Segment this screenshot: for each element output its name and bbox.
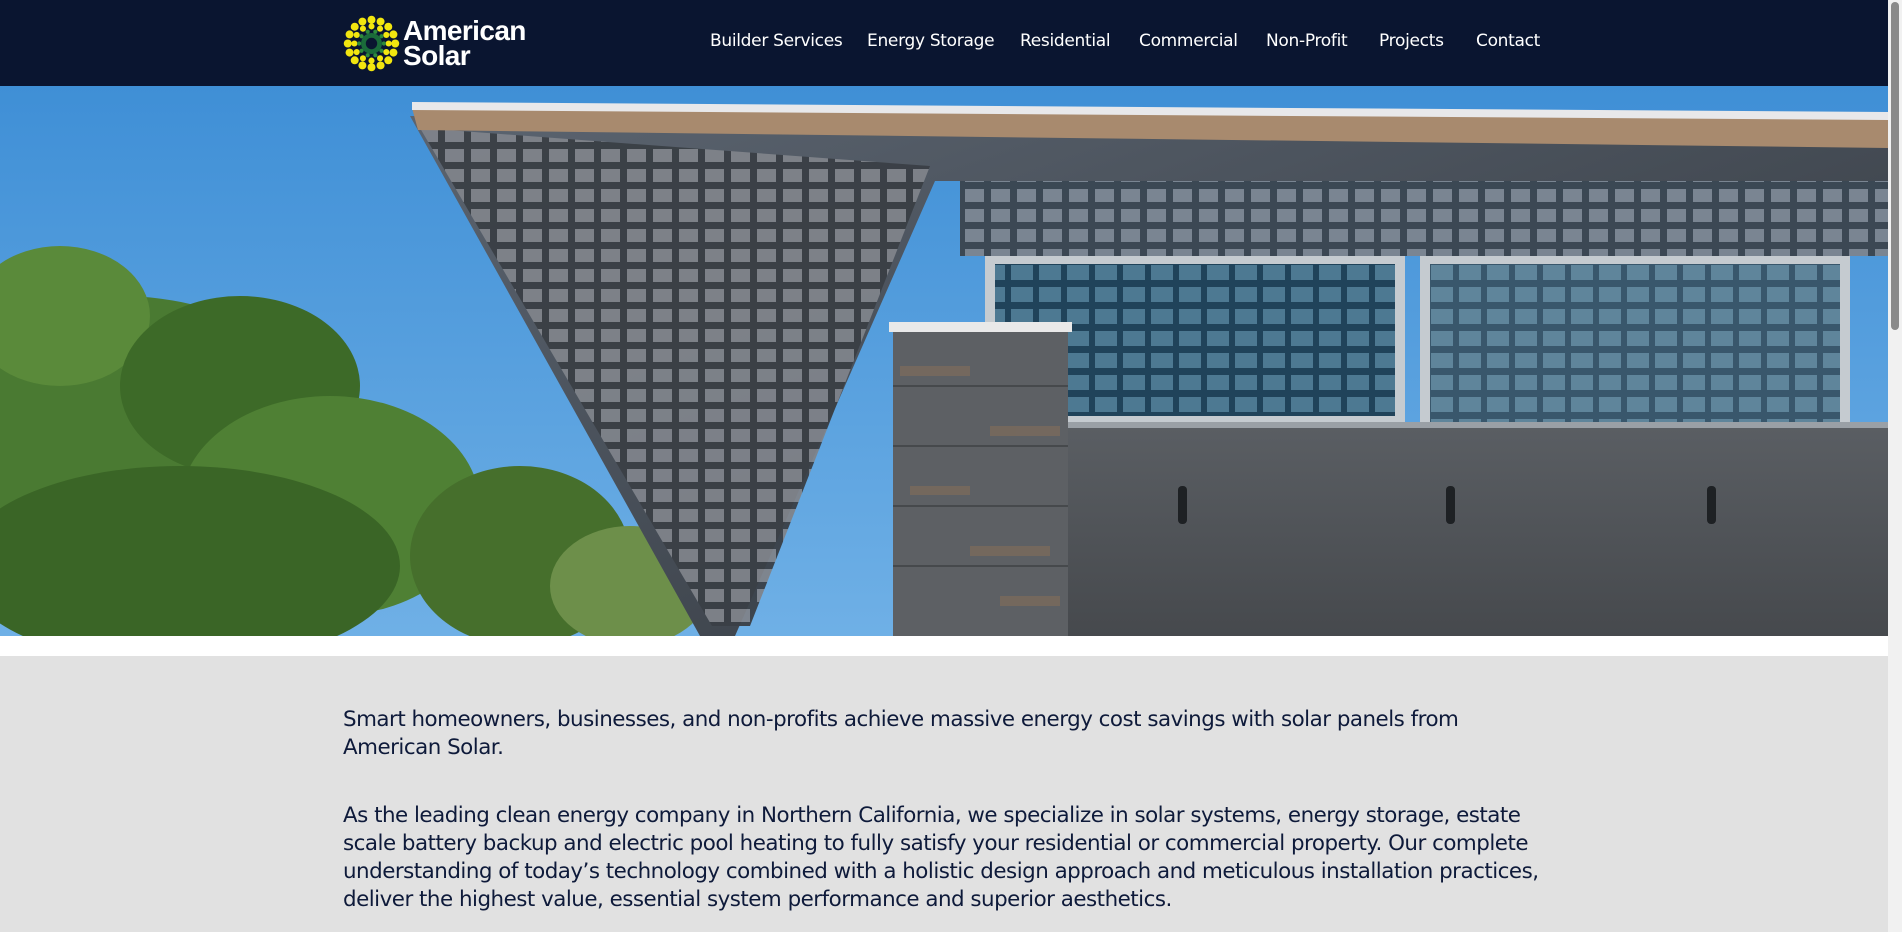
divider-band	[0, 636, 1888, 656]
scrollbar-thumb[interactable]	[1891, 2, 1899, 330]
nav-projects[interactable]: Projects	[1379, 31, 1444, 51]
site-header: American Solar Builder Services Energy S…	[0, 0, 1888, 86]
intro-paragraph: Smart homeowners, businesses, and non-pr…	[343, 707, 1459, 760]
main-nav: Builder Services Energy Storage Resident…	[0, 0, 1888, 86]
nav-contact[interactable]: Contact	[1476, 31, 1540, 51]
nav-residential[interactable]: Residential	[1020, 31, 1111, 51]
page-scrollbar[interactable]	[1888, 0, 1902, 932]
nav-non-profit[interactable]: Non-Profit	[1266, 31, 1348, 51]
nav-commercial[interactable]: Commercial	[1139, 31, 1238, 51]
hero-illustration	[0, 86, 1888, 636]
hero-image	[0, 86, 1888, 636]
nav-energy-storage[interactable]: Energy Storage	[867, 31, 995, 51]
intro-section: Smart homeowners, businesses, and non-pr…	[0, 656, 1888, 932]
body-paragraph: As the leading clean energy company in N…	[343, 803, 1539, 912]
nav-builder-services[interactable]: Builder Services	[710, 31, 843, 51]
